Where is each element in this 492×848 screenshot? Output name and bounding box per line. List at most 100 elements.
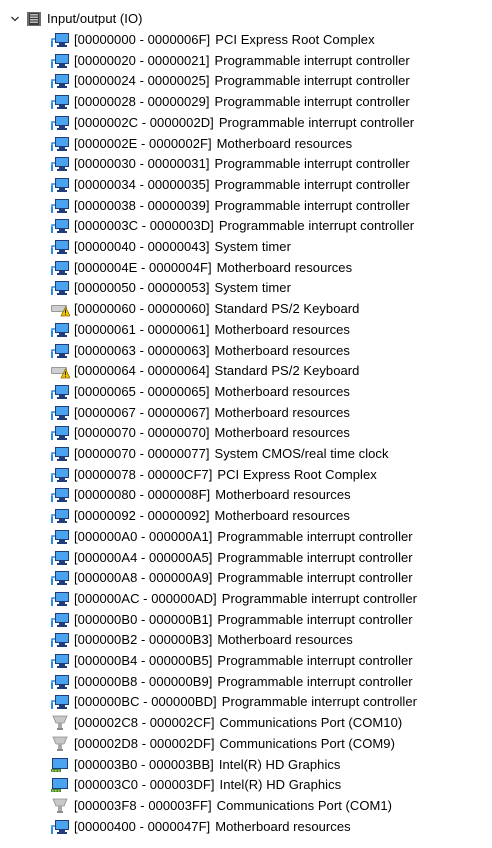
- device-name: PCI Express Root Complex: [217, 466, 377, 482]
- device-name: Intel(R) HD Graphics: [219, 777, 342, 793]
- tree-item[interactable]: [00000061 - 00000061] Motherboard resourc…: [50, 320, 350, 340]
- tree-item[interactable]: [00000065 - 00000065] Motherboard resourc…: [50, 382, 350, 402]
- device-name: Standard PS/2 Keyboard: [214, 301, 360, 317]
- chevron-down-icon[interactable]: [8, 9, 22, 29]
- system-device-icon: [50, 612, 70, 628]
- io-range: [000000A8 - 000000A9]: [74, 570, 213, 586]
- tree-item[interactable]: [00000034 - 00000035] Programmable interr…: [50, 175, 410, 195]
- io-range: [00000028 - 00000029]: [74, 94, 210, 110]
- tree-item[interactable]: [00000400 - 0000047F] Motherboard resourc…: [50, 817, 351, 837]
- device-name: Motherboard resources: [215, 487, 351, 503]
- com-port-icon: [50, 736, 70, 752]
- io-range: [000000A4 - 000000A5]: [74, 549, 213, 565]
- io-range: [00000040 - 00000043]: [74, 239, 210, 254]
- device-name: Programmable interrupt controller: [214, 52, 410, 68]
- device-name: Motherboard resources: [216, 259, 353, 275]
- tree-item[interactable]: [00000078 - 00000CF7] PCI Express Root Co…: [50, 465, 377, 485]
- device-name: Programmable interrupt controller: [217, 549, 413, 565]
- tree-item[interactable]: [00000050 - 00000053] System timer: [50, 278, 291, 298]
- device-name: Communications Port (COM10): [219, 715, 403, 731]
- device-name: Programmable interrupt controller: [217, 528, 413, 544]
- system-device-icon: [50, 632, 70, 648]
- io-range: [0000002C - 0000002D]: [74, 114, 214, 130]
- io-range: [000000BC - 000000BD]: [74, 694, 217, 710]
- tree-item[interactable]: [000000BC - 000000BD] Programmable interr…: [50, 692, 417, 712]
- io-range: [00000038 - 00000039]: [74, 197, 210, 213]
- tree-item[interactable]: [00000028 - 00000029] Programmable interr…: [50, 92, 410, 112]
- tree-node-input-output[interactable]: Input/output (IO): [8, 9, 143, 29]
- tree-item[interactable]: [000000A8 - 000000A9] Programmable interr…: [50, 568, 413, 588]
- system-device-icon: [50, 280, 70, 296]
- device-name: Motherboard resources: [215, 818, 351, 834]
- tree-item[interactable]: [000000AC - 000000AD] Programmable interr…: [50, 589, 417, 609]
- device-name: System CMOS/real time clock: [214, 446, 389, 461]
- tree-item[interactable]: [00000080 - 0000008F] Motherboard resourc…: [50, 485, 351, 505]
- tree-item[interactable]: [00000070 - 00000077] System CMOS/real ti…: [50, 444, 389, 464]
- system-device-icon: [50, 32, 70, 48]
- com-port-icon: [50, 798, 70, 814]
- tree-item[interactable]: [000000B2 - 000000B3] Motherboard resourc…: [50, 630, 353, 650]
- tree-item[interactable]: [000003C0 - 000003DF] Intel(R) HD Graphic…: [50, 775, 341, 795]
- tree-item[interactable]: [0000002C - 0000002D] Programmable interr…: [50, 113, 414, 133]
- system-device-icon: [50, 343, 70, 359]
- system-device-icon: [50, 508, 70, 524]
- io-range: [0000004E - 0000004F]: [74, 259, 212, 275]
- tree-item[interactable]: [0000003C - 0000003D] Programmable interr…: [50, 216, 414, 236]
- tree-item[interactable]: [00000020 - 00000021] Programmable interr…: [50, 51, 410, 71]
- tree-item[interactable]: [000000A0 - 000000A1] Programmable interr…: [50, 527, 413, 547]
- io-range: [000003B0 - 000003BB]: [74, 756, 214, 772]
- tree-item[interactable]: [000003F8 - 000003FF] Communications Port…: [50, 796, 392, 816]
- tree-item[interactable]: [00000092 - 00000092] Motherboard resourc…: [50, 506, 350, 526]
- tree-item[interactable]: [00000040 - 00000043] System timer: [50, 237, 291, 257]
- system-device-icon: [50, 136, 70, 152]
- io-range: [00000030 - 00000031]: [74, 156, 210, 172]
- io-range: [000003C0 - 000003DF]: [74, 777, 215, 793]
- system-device-icon: [50, 694, 70, 710]
- io-range: [000000B0 - 000000B1]: [74, 611, 213, 627]
- device-name: Motherboard resources: [214, 383, 350, 399]
- tree-item[interactable]: [0000004E - 0000004F] Motherboard resourc…: [50, 258, 352, 278]
- device-tree: Input/output (IO) [00000000 - 0000006F] P…: [0, 0, 492, 848]
- device-name: Programmable interrupt controller: [217, 673, 413, 689]
- tree-item[interactable]: [0000002E - 0000002F] Motherboard resourc…: [50, 134, 352, 154]
- io-range: [00000070 - 00000070]: [74, 425, 210, 441]
- io-range: [000000B2 - 000000B3]: [74, 632, 213, 648]
- tree-item[interactable]: [000000A4 - 000000A5] Programmable interr…: [50, 548, 413, 568]
- tree-item[interactable]: [00000064 - 00000064] Standard PS/2 Keybo…: [50, 361, 359, 381]
- tree-item[interactable]: [00000060 - 00000060] Standard PS/2 Keybo…: [50, 299, 359, 319]
- system-device-icon: [50, 53, 70, 69]
- io-range: [00000400 - 0000047F]: [74, 818, 211, 834]
- tree-item[interactable]: [00000070 - 00000070] Motherboard resourc…: [50, 423, 350, 443]
- system-device-icon: [50, 591, 70, 607]
- keyboard-warning-icon: [50, 363, 71, 379]
- io-range: [000000A0 - 000000A1]: [74, 528, 213, 544]
- tree-item[interactable]: [000000B0 - 000000B1] Programmable interr…: [50, 610, 413, 630]
- io-range: [000000AC - 000000AD]: [74, 590, 217, 606]
- io-range: [00000092 - 00000092]: [74, 508, 210, 524]
- tree-item[interactable]: [00000067 - 00000067] Motherboard resourc…: [50, 403, 350, 423]
- com-port-icon: [50, 715, 70, 731]
- io-range: [00000067 - 00000067]: [74, 404, 210, 420]
- system-device-icon: [50, 177, 70, 193]
- device-name: Standard PS/2 Keyboard: [214, 363, 360, 379]
- system-device-icon: [50, 405, 70, 421]
- tree-item[interactable]: [00000063 - 00000063] Motherboard resourc…: [50, 341, 350, 361]
- tree-item[interactable]: [000003B0 - 000003BB] Intel(R) HD Graphic…: [50, 755, 340, 775]
- tree-item[interactable]: [00000030 - 00000031] Programmable interr…: [50, 154, 410, 174]
- device-name: Programmable interrupt controller: [214, 156, 410, 172]
- io-range: [00000050 - 00000053]: [74, 280, 210, 296]
- tree-item[interactable]: [000002C8 - 000002CF] Communications Port…: [50, 713, 402, 733]
- device-name: Motherboard resources: [214, 425, 350, 441]
- system-device-icon: [50, 425, 70, 441]
- tree-item[interactable]: [00000038 - 00000039] Programmable interr…: [50, 196, 410, 216]
- system-device-icon: [50, 570, 70, 586]
- tree-item[interactable]: [000000B8 - 000000B9] Programmable interr…: [50, 672, 413, 692]
- tree-item[interactable]: [00000024 - 00000025] Programmable interr…: [50, 71, 410, 91]
- device-name: Programmable interrupt controller: [214, 176, 410, 192]
- tree-item[interactable]: [000002D8 - 000002DF] Communications Port…: [50, 734, 395, 754]
- tree-item[interactable]: [00000000 - 0000006F] PCI Express Root Co…: [50, 30, 375, 50]
- io-range: [00000064 - 00000064]: [74, 363, 210, 379]
- io-range: [000003F8 - 000003FF]: [74, 797, 212, 813]
- io-range: [00000060 - 00000060]: [74, 301, 210, 317]
- tree-item[interactable]: [000000B4 - 000000B5] Programmable interr…: [50, 651, 413, 671]
